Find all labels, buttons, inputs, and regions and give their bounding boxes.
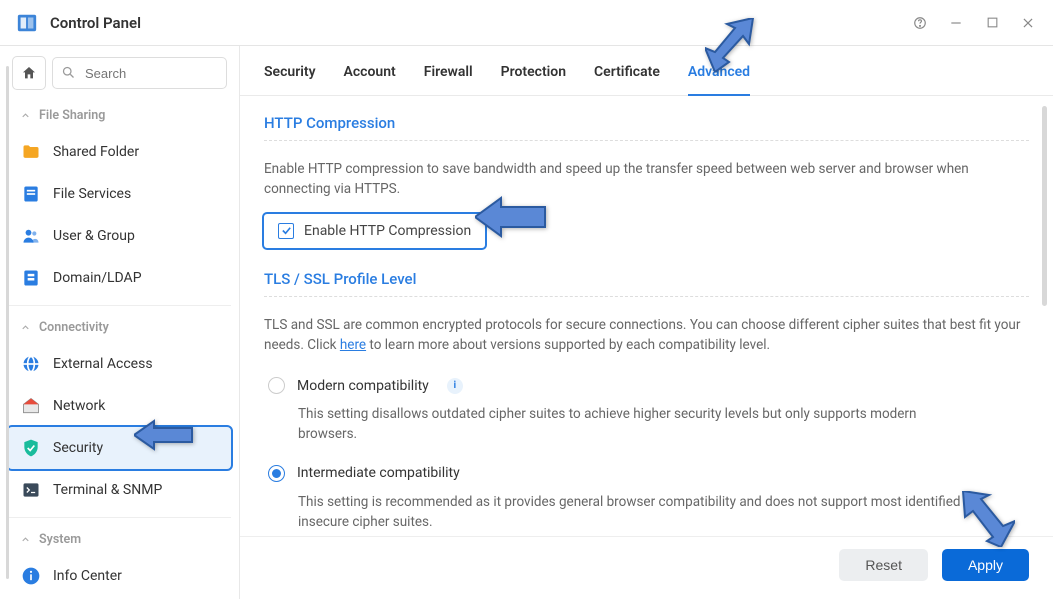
sidebar-item-label: User & Group bbox=[53, 228, 135, 244]
tls-here-link[interactable]: here bbox=[340, 337, 366, 353]
sidebar-item-label: Info Center bbox=[53, 568, 122, 584]
tab-firewall[interactable]: Firewall bbox=[424, 64, 473, 95]
tab-certificate[interactable]: Certificate bbox=[594, 64, 660, 95]
tab-security[interactable]: Security bbox=[264, 64, 316, 95]
annotation-arrow bbox=[475, 195, 547, 243]
enable-http-compression-checkbox[interactable]: Enable HTTP Compression bbox=[264, 214, 485, 248]
section-label: File Sharing bbox=[39, 108, 105, 123]
help-icon[interactable] bbox=[911, 14, 929, 32]
radio-label: Modern compatibility bbox=[297, 378, 429, 394]
tls-desc: TLS and SSL are common encrypted protoco… bbox=[264, 315, 1029, 356]
sidebar-item-label: Domain/LDAP bbox=[53, 270, 142, 286]
sidebar-item-user-group[interactable]: User & Group bbox=[8, 215, 231, 257]
tab-account[interactable]: Account bbox=[344, 64, 396, 95]
sidebar-item-file-services[interactable]: File Services bbox=[8, 173, 231, 215]
home-button[interactable] bbox=[12, 56, 46, 90]
sidebar-item-label: Security bbox=[53, 440, 103, 456]
tabs: Security Account Firewall Protection Cer… bbox=[240, 46, 1053, 96]
section-label: Connectivity bbox=[39, 320, 109, 335]
sidebar: File Sharing Shared Folder File Services… bbox=[0, 46, 240, 599]
section-label: System bbox=[39, 532, 81, 547]
folder-icon bbox=[20, 141, 42, 163]
file-services-icon bbox=[20, 183, 42, 205]
shield-icon bbox=[20, 437, 42, 459]
sidebar-item-info-center[interactable]: Info Center bbox=[8, 555, 231, 597]
sidebar-item-network[interactable]: Network bbox=[8, 385, 231, 427]
maximize-icon[interactable] bbox=[983, 14, 1001, 32]
sidebar-item-domain-ldap[interactable]: Domain/LDAP bbox=[8, 257, 231, 299]
search-icon bbox=[61, 65, 76, 84]
users-icon bbox=[20, 225, 42, 247]
titlebar: Control Panel bbox=[0, 0, 1053, 46]
app-icon bbox=[16, 12, 38, 34]
chevron-up-icon bbox=[20, 534, 31, 545]
section-file-sharing[interactable]: File Sharing bbox=[8, 100, 231, 131]
content-scrollbar[interactable] bbox=[1042, 106, 1047, 306]
search-input[interactable] bbox=[52, 57, 227, 89]
tls-title: TLS / SSL Profile Level bbox=[264, 270, 1029, 305]
domain-icon bbox=[20, 267, 42, 289]
close-icon[interactable] bbox=[1019, 14, 1037, 32]
radio-modern[interactable] bbox=[268, 377, 285, 394]
http-compression-title: HTTP Compression bbox=[264, 114, 1029, 149]
globe-icon bbox=[20, 353, 42, 375]
radio-desc: This setting is recommended as it provid… bbox=[268, 490, 968, 537]
chevron-up-icon bbox=[20, 322, 31, 333]
content-area: HTTP Compression Enable HTTP compression… bbox=[240, 96, 1053, 536]
checkbox-icon bbox=[278, 223, 294, 239]
sidebar-item-label: Terminal & SNMP bbox=[53, 482, 162, 498]
sidebar-item-label: File Services bbox=[53, 186, 131, 202]
checkbox-label: Enable HTTP Compression bbox=[304, 223, 471, 239]
window-title: Control Panel bbox=[50, 14, 141, 32]
sidebar-item-label: External Access bbox=[53, 356, 153, 372]
section-connectivity[interactable]: Connectivity bbox=[8, 312, 231, 343]
sidebar-item-external-access[interactable]: External Access bbox=[8, 343, 231, 385]
reset-button[interactable]: Reset bbox=[839, 549, 928, 581]
minimize-icon[interactable] bbox=[947, 14, 965, 32]
sidebar-item-label: Network bbox=[53, 398, 105, 414]
radio-label: Intermediate compatibility bbox=[297, 465, 460, 481]
sidebar-item-terminal-snmp[interactable]: Terminal & SNMP bbox=[8, 469, 231, 511]
terminal-icon bbox=[20, 479, 42, 501]
apply-button[interactable]: Apply bbox=[942, 549, 1029, 581]
radio-intermediate[interactable] bbox=[268, 465, 285, 482]
main-panel: Security Account Firewall Protection Cer… bbox=[240, 46, 1053, 599]
network-icon bbox=[20, 395, 42, 417]
radio-desc: This setting disallows outdated cipher s… bbox=[268, 402, 968, 457]
info-icon bbox=[20, 565, 42, 587]
http-compression-desc: Enable HTTP compression to save bandwidt… bbox=[264, 159, 1029, 200]
sidebar-item-shared-folder[interactable]: Shared Folder bbox=[8, 131, 231, 173]
sidebar-item-security[interactable]: Security bbox=[8, 427, 231, 469]
section-system[interactable]: System bbox=[8, 524, 231, 555]
tab-protection[interactable]: Protection bbox=[501, 64, 566, 95]
sidebar-item-label: Shared Folder bbox=[53, 144, 139, 160]
info-tooltip-icon[interactable]: i bbox=[447, 378, 463, 394]
sidebar-scrollbar[interactable] bbox=[6, 66, 9, 579]
chevron-up-icon bbox=[20, 110, 31, 121]
footer: Reset Apply bbox=[240, 536, 1053, 599]
tab-advanced[interactable]: Advanced bbox=[688, 64, 750, 96]
